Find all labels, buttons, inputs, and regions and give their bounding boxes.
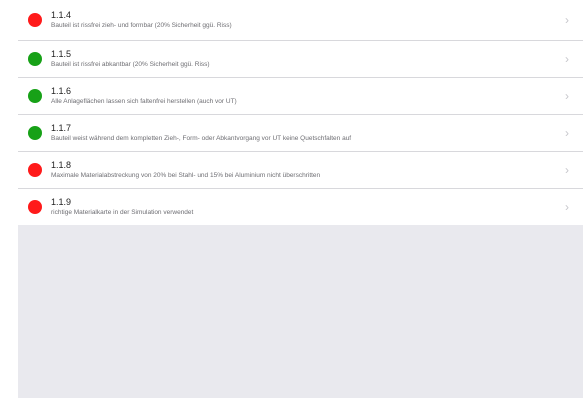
item-number: 1.1.9 bbox=[51, 197, 72, 207]
chevron-right-icon: › bbox=[565, 89, 569, 103]
item-number: 1.1.4 bbox=[51, 10, 72, 20]
item-number: 1.1.7 bbox=[51, 123, 72, 133]
list-item[interactable]: 1.1.5 Bauteil ist rissfrei abkantbar (20… bbox=[18, 40, 583, 77]
status-dot-icon bbox=[28, 163, 42, 177]
status-dot-icon bbox=[28, 89, 42, 103]
checklist: 1.1.4 Bauteil ist rissfrei zieh- und for… bbox=[18, 0, 583, 225]
item-description: Maximale Materialabstreckung von 20% bei… bbox=[51, 172, 321, 179]
item-description: Bauteil ist rissfrei abkantbar (20% Sich… bbox=[51, 61, 210, 68]
chevron-right-icon: › bbox=[565, 200, 569, 214]
list-item[interactable]: 1.1.9 richtige Materialkarte in der Simu… bbox=[18, 188, 583, 225]
chevron-right-icon: › bbox=[565, 52, 569, 66]
chevron-right-icon: › bbox=[565, 163, 569, 177]
status-dot-icon bbox=[28, 52, 42, 66]
item-number: 1.1.8 bbox=[51, 160, 72, 170]
list-item[interactable]: 1.1.7 Bauteil weist während dem komplett… bbox=[18, 114, 583, 151]
content-panel: 1.1.4 Bauteil ist rissfrei zieh- und for… bbox=[18, 0, 583, 398]
item-description: Alle Anlageflächen lassen sich faltenfre… bbox=[51, 98, 237, 105]
status-dot-icon bbox=[28, 126, 42, 140]
item-description: Bauteil weist während dem kompletten Zie… bbox=[51, 135, 352, 142]
item-number: 1.1.6 bbox=[51, 86, 72, 96]
list-item[interactable]: 1.1.6 Alle Anlageflächen lassen sich fal… bbox=[18, 77, 583, 114]
list-item[interactable]: 1.1.4 Bauteil ist rissfrei zieh- und for… bbox=[18, 0, 583, 40]
status-dot-icon bbox=[28, 200, 42, 214]
item-description: Bauteil ist rissfrei zieh- und formbar (… bbox=[51, 22, 232, 29]
chevron-right-icon: › bbox=[565, 126, 569, 140]
item-number: 1.1.5 bbox=[51, 49, 72, 59]
item-description: richtige Materialkarte in der Simulation… bbox=[51, 209, 194, 216]
list-item[interactable]: 1.1.8 Maximale Materialabstreckung von 2… bbox=[18, 151, 583, 188]
chevron-right-icon: › bbox=[565, 13, 569, 27]
status-dot-icon bbox=[28, 13, 42, 27]
